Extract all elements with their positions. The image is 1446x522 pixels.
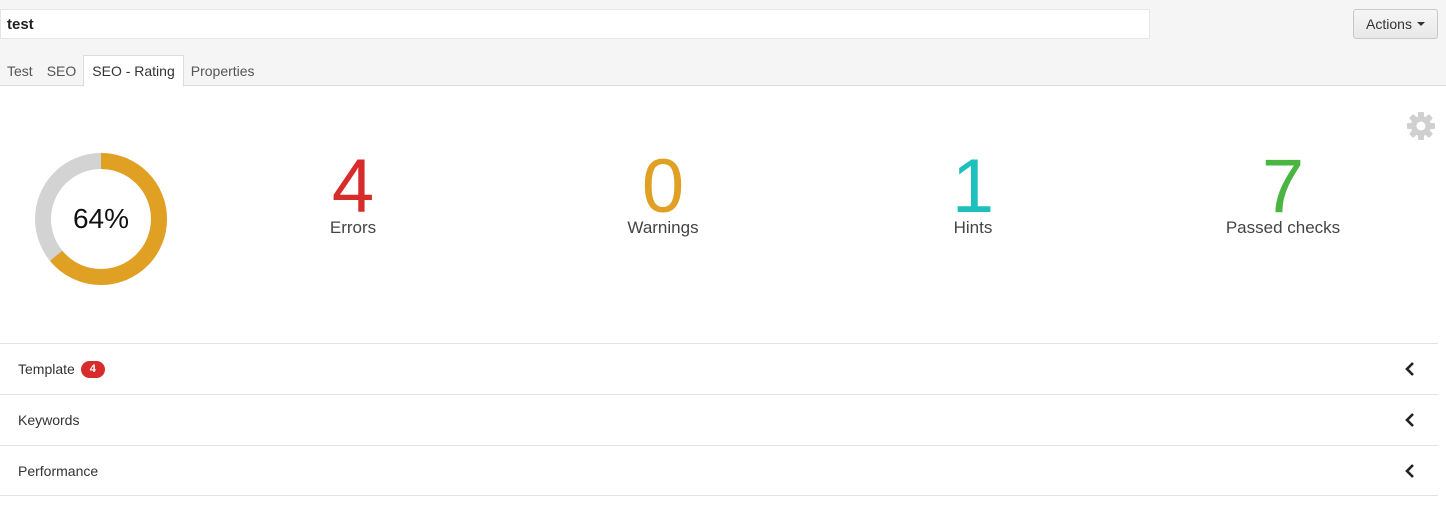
warnings-label: Warnings bbox=[627, 218, 699, 237]
template-error-badge: 4 bbox=[80, 360, 105, 378]
rating-percent: 64% bbox=[72, 203, 130, 234]
tab-properties[interactable]: Properties bbox=[184, 55, 262, 86]
section-template[interactable]: Template 4 bbox=[0, 343, 1438, 394]
passed-label: Passed checks bbox=[1225, 218, 1341, 237]
chevron-left-icon bbox=[1405, 413, 1414, 427]
stat-warnings: 0 Warnings bbox=[563, 148, 763, 238]
section-performance-label: Performance bbox=[18, 462, 99, 479]
stat-errors: 4 Errors bbox=[253, 148, 453, 238]
actions-label: Actions bbox=[1366, 16, 1412, 32]
tab-seo-rating[interactable]: SEO - Rating bbox=[83, 55, 184, 87]
errors-label: Errors bbox=[329, 218, 377, 237]
section-template-label: Template bbox=[18, 361, 75, 377]
chevron-left-icon bbox=[1405, 362, 1414, 376]
top-bar: Actions Test SEO SEO - Rating Properties bbox=[0, 0, 1446, 87]
hints-label: Hints bbox=[953, 218, 993, 237]
section-keywords-label: Keywords bbox=[18, 412, 80, 428]
section-keywords[interactable]: Keywords bbox=[0, 394, 1438, 445]
caret-down-icon bbox=[1416, 22, 1425, 26]
section-performance[interactable]: Performance bbox=[0, 445, 1438, 496]
errors-count: 4 bbox=[331, 144, 375, 229]
hints-count: 1 bbox=[951, 144, 995, 229]
passed-count: 7 bbox=[1261, 144, 1305, 229]
gear-icon[interactable] bbox=[1406, 111, 1436, 141]
actions-button[interactable]: Actions bbox=[1353, 9, 1438, 39]
warnings-count: 0 bbox=[641, 144, 685, 229]
stat-passed: 7 Passed checks bbox=[1183, 148, 1383, 238]
tab-bar: Test SEO SEO - Rating Properties bbox=[0, 55, 262, 87]
stat-hints: 1 Hints bbox=[873, 148, 1073, 238]
chevron-left-icon bbox=[1405, 464, 1414, 478]
tab-seo[interactable]: SEO bbox=[40, 55, 84, 86]
tab-test[interactable]: Test bbox=[0, 55, 40, 86]
name-input[interactable] bbox=[0, 9, 1150, 39]
